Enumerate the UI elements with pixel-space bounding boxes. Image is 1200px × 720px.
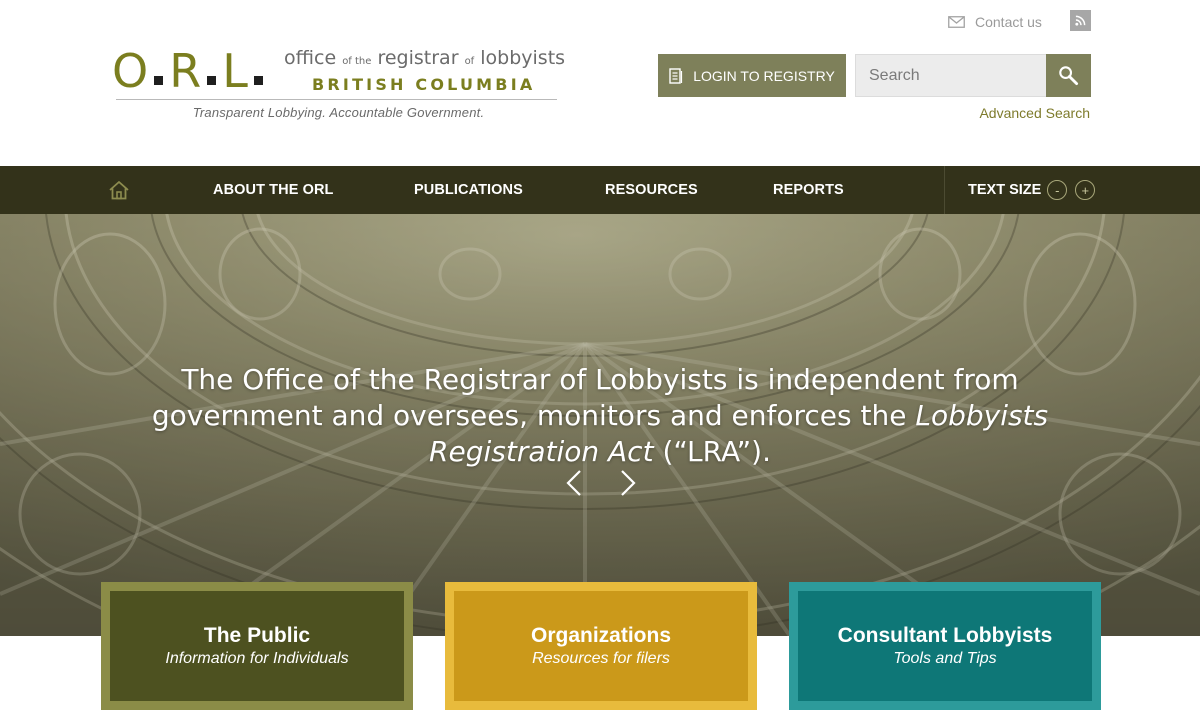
- text-size-control: TEXT SIZE - +: [968, 166, 1096, 214]
- nav-publications[interactable]: PUBLICATIONS: [414, 166, 523, 214]
- nav-home-link[interactable]: [108, 180, 130, 200]
- logo-word: of: [464, 56, 475, 67]
- logo-mark: O R L: [112, 44, 269, 98]
- card-subtitle: Information for Individuals: [165, 650, 349, 667]
- logo-word: of the: [342, 56, 372, 67]
- nav-reports[interactable]: REPORTS: [773, 166, 844, 214]
- rss-button[interactable]: [1070, 10, 1091, 31]
- login-label: LOGIN TO REGISTRY: [693, 67, 835, 84]
- nav-resources[interactable]: RESOURCES: [605, 166, 698, 214]
- logo-line1: office of the registrar of lobbyists: [284, 46, 565, 74]
- logo-dot: [207, 75, 217, 85]
- logo-dot: [253, 75, 263, 85]
- search-button[interactable]: [1046, 54, 1091, 97]
- logo-line2: BRITISH COLUMBIA: [312, 75, 536, 94]
- contact-us-label: Contact us: [975, 14, 1042, 30]
- hero-banner: The Office of the Registrar of Lobbyists…: [0, 214, 1200, 636]
- mail-icon: [948, 16, 965, 28]
- logo-word: office: [284, 47, 337, 69]
- search-input[interactable]: [855, 54, 1046, 97]
- text-size-decrease-button[interactable]: -: [1047, 180, 1068, 200]
- logo-divider: [116, 99, 557, 100]
- nav-divider: [944, 166, 945, 214]
- contact-us-link[interactable]: Contact us: [948, 12, 1042, 32]
- site-header: O R L office of the registrar of lobbyis…: [0, 0, 1200, 166]
- search-bar: [855, 54, 1091, 97]
- search-icon: [1059, 66, 1079, 86]
- carousel-next-button[interactable]: [615, 468, 641, 498]
- logo-tagline: Transparent Lobbying. Accountable Govern…: [192, 105, 485, 120]
- logo-dot: [154, 75, 164, 85]
- logo-word: lobbyists: [480, 47, 566, 69]
- logo-letter-o: O: [112, 44, 149, 98]
- logo-word: registrar: [377, 47, 459, 69]
- advanced-search-link[interactable]: Advanced Search: [979, 105, 1090, 121]
- card-subtitle: Tools and Tips: [893, 650, 997, 667]
- card-body: Organizations Resources for filers: [454, 591, 748, 701]
- rss-icon: [1075, 15, 1086, 26]
- hero-text-part2: (“LRA”).: [653, 435, 771, 468]
- card-consultant-lobbyists[interactable]: Consultant Lobbyists Tools and Tips: [789, 582, 1101, 710]
- chevron-left-icon: [566, 470, 581, 496]
- card-the-public[interactable]: The Public Information for Individuals: [101, 582, 413, 710]
- text-size-increase-button[interactable]: +: [1075, 180, 1096, 200]
- text-size-label: TEXT SIZE: [968, 182, 1042, 198]
- carousel-prev-button[interactable]: [561, 468, 587, 498]
- login-to-registry-button[interactable]: LOGIN TO REGISTRY: [658, 54, 846, 97]
- chevron-right-icon: [621, 470, 636, 496]
- logo-text: office of the registrar of lobbyists BRI…: [284, 46, 565, 94]
- card-organizations[interactable]: Organizations Resources for filers: [445, 582, 757, 710]
- card-title: The Public: [203, 624, 311, 647]
- card-subtitle: Resources for filers: [532, 650, 670, 667]
- home-icon: [109, 181, 129, 200]
- card-title: Organizations: [530, 624, 672, 647]
- logo-letter-l: L: [222, 44, 248, 98]
- orl-logo[interactable]: O R L office of the registrar of lobbyis…: [112, 44, 565, 124]
- main-nav: ABOUT THE ORL PUBLICATIONS RESOURCES REP…: [0, 166, 1200, 214]
- document-icon: [669, 67, 683, 84]
- nav-about-the-orl[interactable]: ABOUT THE ORL: [213, 166, 334, 214]
- card-body: Consultant Lobbyists Tools and Tips: [798, 591, 1092, 701]
- card-title: Consultant Lobbyists: [837, 624, 1053, 647]
- logo-letter-r: R: [169, 44, 202, 98]
- hero-text-part1: The Office of the Registrar of Lobbyists…: [151, 363, 1019, 432]
- hero-statement: The Office of the Registrar of Lobbyists…: [140, 362, 1060, 470]
- card-body: The Public Information for Individuals: [110, 591, 404, 701]
